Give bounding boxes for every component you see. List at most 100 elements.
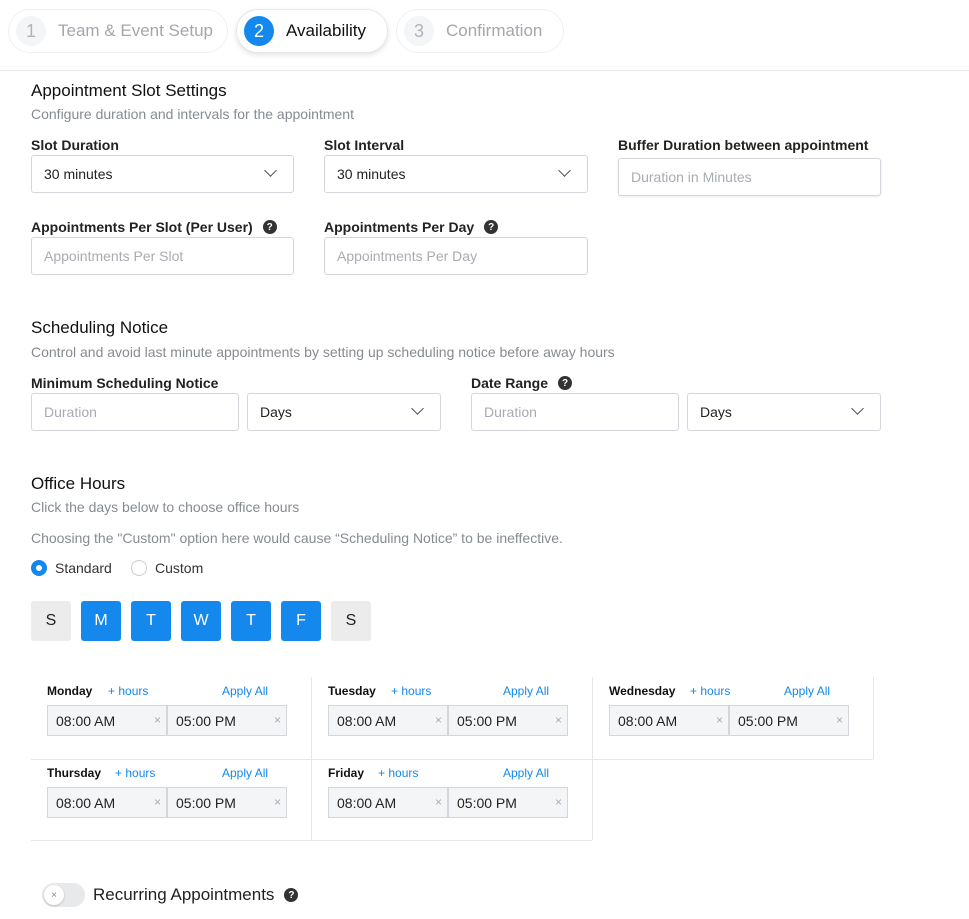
clear-icon[interactable]: × [154, 713, 161, 727]
help-icon[interactable]: ? [558, 376, 573, 390]
min-notice-unit-select[interactable]: Days [247, 393, 441, 431]
buffer-duration-input[interactable] [618, 158, 881, 196]
time-value: 05:00 PM [457, 712, 517, 729]
clear-icon[interactable]: × [836, 713, 843, 727]
start-time-field[interactable]: 08:00 AM × [328, 787, 448, 818]
label-text: Minimum Scheduling Notice [31, 375, 219, 391]
select-value: 30 minutes [44, 166, 113, 182]
add-hours-link[interactable]: + hours [690, 684, 730, 698]
apply-all-link[interactable]: Apply All [503, 766, 549, 780]
time-value: 08:00 AM [56, 794, 116, 811]
time-value: 08:00 AM [618, 712, 678, 729]
day-toggle-monday[interactable]: M [81, 601, 121, 641]
time-value: 08:00 AM [337, 712, 397, 729]
chevron-down-icon [264, 164, 277, 177]
start-time-field[interactable]: 08:00 AM × [47, 705, 167, 736]
apply-all-link[interactable]: Apply All [222, 684, 268, 698]
label-text: Appointments Per Day [324, 219, 475, 235]
clear-icon[interactable]: × [716, 713, 723, 727]
time-value: 05:00 PM [738, 712, 798, 729]
day-toggle-friday[interactable]: F [281, 601, 321, 641]
per-day-input[interactable] [324, 237, 588, 275]
chevron-down-icon [851, 402, 864, 415]
radio-unselected-icon [131, 560, 147, 576]
select-value: 30 minutes [337, 166, 406, 182]
start-time-field[interactable]: 08:00 AM × [328, 705, 448, 736]
day-toggle-thursday[interactable]: T [231, 601, 271, 641]
help-icon[interactable]: ? [262, 220, 277, 234]
day-name: Tuesday [328, 684, 376, 698]
radio-label: Standard [55, 560, 112, 576]
slot-interval-label: Slot Interval [324, 137, 404, 153]
apply-all-link[interactable]: Apply All [222, 766, 268, 780]
per-slot-label: Appointments Per Slot (Per User) ? [31, 219, 277, 235]
clear-icon[interactable]: × [274, 713, 281, 727]
office-hours-thursday: Thursday + hours Apply All 08:00 AM × 05… [31, 759, 312, 841]
help-icon[interactable]: ? [284, 888, 299, 902]
day-toggle-tuesday[interactable]: T [131, 601, 171, 641]
wizard-stepper: 1 Team & Event Setup 2 Availability 3 Co… [0, 0, 969, 71]
office-hours-tuesday: Tuesday + hours Apply All 08:00 AM × 05:… [312, 677, 593, 759]
date-range-unit-select[interactable]: Days [687, 393, 881, 431]
label-text: Slot Interval [324, 137, 405, 153]
step-availability[interactable]: 2 Availability [236, 9, 388, 53]
office-hours-subtitle: Click the days below to choose office ho… [31, 499, 300, 515]
add-hours-link[interactable]: + hours [391, 684, 431, 698]
radio-selected-icon [31, 560, 47, 576]
time-value: 05:00 PM [457, 794, 517, 811]
start-time-field[interactable]: 08:00 AM × [609, 705, 729, 736]
step-number: 2 [244, 16, 274, 46]
slot-interval-select[interactable]: 30 minutes [324, 155, 588, 193]
apply-all-link[interactable]: Apply All [503, 684, 549, 698]
add-hours-link[interactable]: + hours [378, 766, 418, 780]
clear-icon[interactable]: × [435, 713, 442, 727]
slot-duration-label: Slot Duration [31, 137, 119, 153]
label-text: Recurring Appointments [93, 885, 275, 904]
radio-label: Custom [155, 560, 204, 576]
end-time-field[interactable]: 05:00 PM × [167, 787, 287, 818]
buffer-duration-label: Buffer Duration between appointment [618, 137, 868, 153]
office-hours-wednesday: Wednesday + hours Apply All 08:00 AM × 0… [593, 677, 874, 759]
per-slot-input[interactable] [31, 237, 294, 275]
label-text: Slot Duration [31, 137, 119, 153]
day-name: Wednesday [609, 684, 676, 698]
help-icon[interactable]: ? [484, 220, 499, 234]
step-number: 1 [16, 16, 46, 46]
end-time-field[interactable]: 05:00 PM × [729, 705, 849, 736]
date-range-duration-input[interactable] [471, 393, 679, 431]
end-time-field[interactable]: 05:00 PM × [167, 705, 287, 736]
time-value: 08:00 AM [337, 794, 397, 811]
radio-custom[interactable]: Custom [131, 560, 203, 576]
select-value: Days [260, 404, 292, 420]
office-hours-friday: Friday + hours Apply All 08:00 AM × 05:0… [312, 759, 593, 841]
day-name: Thursday [47, 766, 102, 780]
day-toggle-saturday[interactable]: S [331, 601, 371, 641]
clear-icon[interactable]: × [435, 795, 442, 809]
apply-all-link[interactable]: Apply All [784, 684, 830, 698]
step-team-event-setup[interactable]: 1 Team & Event Setup [8, 9, 228, 53]
end-time-field[interactable]: 05:00 PM × [448, 705, 568, 736]
select-value: Days [700, 404, 732, 420]
slot-duration-select[interactable]: 30 minutes [31, 155, 294, 193]
day-toggle-wednesday[interactable]: W [181, 601, 221, 641]
clear-icon[interactable]: × [274, 795, 281, 809]
min-notice-duration-input[interactable] [31, 393, 239, 431]
end-time-field[interactable]: 05:00 PM × [448, 787, 568, 818]
clear-icon[interactable]: × [154, 795, 161, 809]
step-confirmation[interactable]: 3 Confirmation [396, 9, 564, 53]
day-toggle-sunday[interactable]: S [31, 601, 71, 641]
chevron-down-icon [558, 164, 571, 177]
start-time-field[interactable]: 08:00 AM × [47, 787, 167, 818]
label-text: Buffer Duration between appointment [618, 137, 869, 153]
radio-standard[interactable]: Standard [31, 560, 112, 576]
clear-icon[interactable]: × [555, 713, 562, 727]
add-hours-link[interactable]: + hours [115, 766, 155, 780]
day-name: Friday [328, 766, 365, 780]
add-hours-link[interactable]: + hours [108, 684, 148, 698]
office-hours-title: Office Hours [31, 474, 126, 493]
step-number: 3 [404, 16, 434, 46]
clear-icon[interactable]: × [555, 795, 562, 809]
office-hours-monday: Monday + hours Apply All 08:00 AM × 05:0… [31, 677, 312, 759]
time-value: 08:00 AM [56, 712, 116, 729]
recurring-appointments-toggle[interactable]: × [42, 883, 85, 907]
